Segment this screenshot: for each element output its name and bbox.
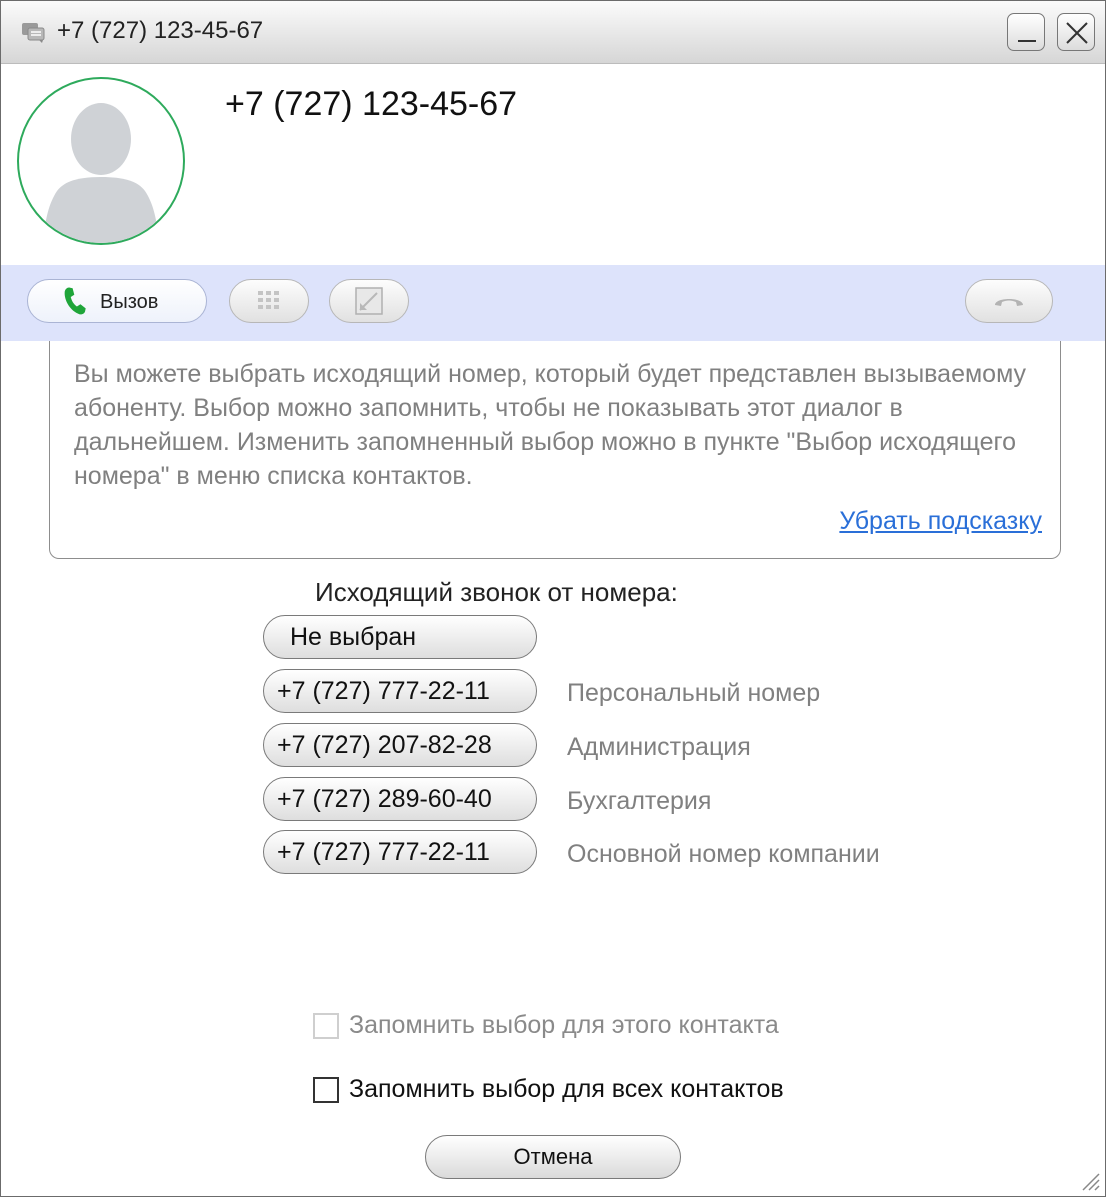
number-option-company[interactable]: +7 (727) 777-22-11 — [263, 830, 537, 874]
remember-contact-label: Запомнить выбор для этого контакта — [349, 1011, 779, 1039]
outgoing-number-label: Исходящий звонок от номера: — [315, 577, 678, 607]
dismiss-hint-link[interactable]: Убрать подсказку — [839, 507, 1042, 536]
hangup-button[interactable] — [965, 279, 1053, 323]
number-description: Персональный номер — [567, 679, 821, 707]
cancel-button[interactable]: Отмена — [425, 1135, 681, 1179]
avatar — [17, 77, 185, 245]
phone-icon — [64, 287, 86, 315]
minimize-icon — [1018, 40, 1036, 42]
transfer-button[interactable] — [329, 279, 409, 323]
call-button[interactable]: Вызов — [27, 279, 207, 323]
title-bar[interactable]: +7 (727) 123-45-67 — [1, 1, 1105, 64]
minimize-button[interactable] — [1007, 13, 1045, 51]
remember-all-checkbox[interactable] — [313, 1077, 339, 1103]
hint-text: Вы можете выбрать исходящий номер, котор… — [74, 360, 1027, 490]
hint-box: Вы можете выбрать исходящий номер, котор… — [49, 341, 1061, 559]
dialog-window: +7 (727) 123-45-67 +7 (727) 123-45-67 Вы… — [0, 0, 1106, 1197]
keypad-icon — [258, 291, 279, 309]
resize-grip-icon[interactable] — [1077, 1168, 1101, 1192]
number-option-accounting[interactable]: +7 (727) 289-60-40 — [263, 777, 537, 821]
number-option-administration[interactable]: +7 (727) 207-82-28 — [263, 723, 537, 767]
hangup-icon — [995, 299, 1023, 306]
close-button[interactable] — [1057, 13, 1095, 51]
remember-all-label[interactable]: Запомнить выбор для всех контактов — [349, 1075, 784, 1104]
number-description: Администрация — [567, 733, 751, 761]
number-description: Основной номер компании — [567, 840, 880, 868]
window-title: +7 (727) 123-45-67 — [57, 17, 264, 44]
keypad-button[interactable] — [229, 279, 309, 323]
call-toolbar: Вызов — [1, 265, 1105, 341]
transfer-icon — [355, 287, 383, 315]
number-option-none[interactable]: Не выбран — [263, 615, 537, 659]
contact-name: +7 (727) 123-45-67 — [225, 85, 518, 123]
call-button-label: Вызов — [100, 291, 159, 313]
person-silhouette-icon — [43, 103, 159, 243]
remember-contact-checkbox — [313, 1013, 339, 1039]
number-description: Бухгалтерия — [567, 787, 712, 815]
close-icon — [1066, 22, 1088, 44]
number-option-personal[interactable]: +7 (727) 777-22-11 — [263, 669, 537, 713]
chat-icon — [21, 21, 45, 43]
